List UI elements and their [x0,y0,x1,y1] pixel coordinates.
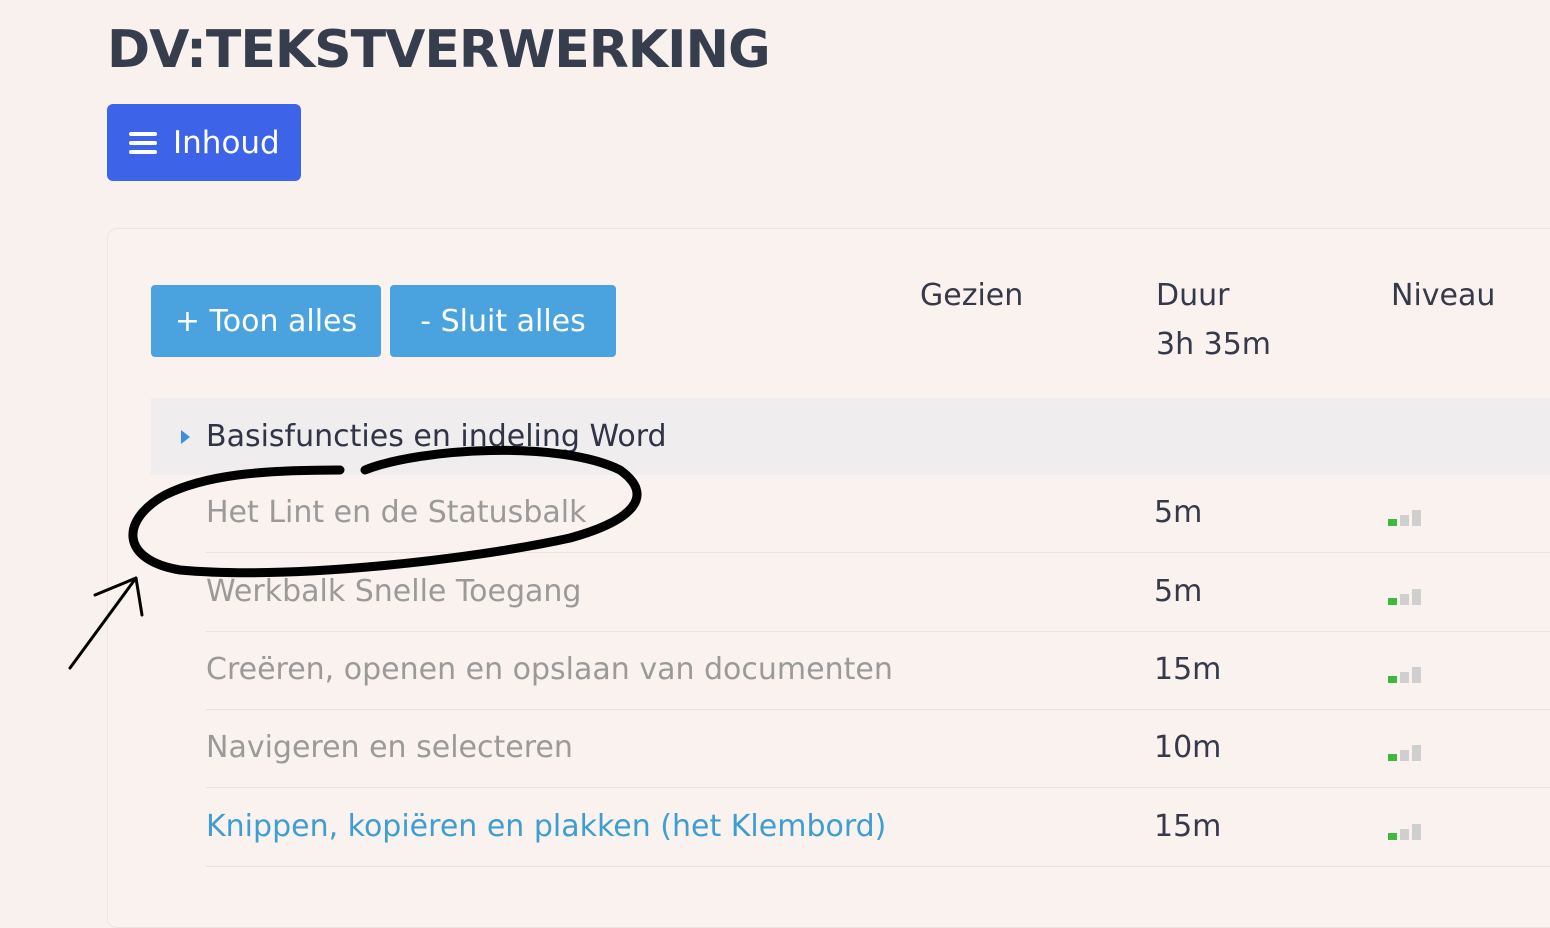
table-row: Knippen, kopiëren en plakken (het Klembo… [206,789,1550,867]
lesson-duration: 15m [1154,809,1222,844]
table-row: Het Lint en de Statusbalk 5m [206,475,1550,553]
collapse-all-button[interactable]: - Sluit alles [390,285,616,357]
lesson-title-link[interactable]: Knippen, kopiëren en plakken (het Klembo… [206,807,886,847]
table-row: Navigeren en selecteren 10m [206,710,1550,788]
lesson-duration: 5m [1154,574,1203,609]
lesson-title: Navigeren en selecteren [206,730,573,765]
signal-bars-icon [1388,589,1421,605]
lesson-title: Werkbalk Snelle Toegang [206,574,582,609]
column-header-level: Niveau [1391,278,1496,313]
section-label: Basisfuncties en indeling Word [206,419,667,454]
lesson-title: Het Lint en de Statusbalk [206,495,587,530]
signal-bars-icon [1388,745,1421,761]
signal-bars-icon [1388,824,1421,840]
column-header-duration: Duur [1156,278,1230,313]
lesson-title: Creëren, openen en opslaan van documente… [206,652,893,687]
signal-bars-icon [1388,667,1421,683]
toc-button-label: Inhoud [173,124,280,161]
expand-all-button[interactable]: + Toon alles [151,285,381,357]
lesson-duration: 10m [1154,730,1222,765]
page-title: DV:TEKSTVERWERKING [107,20,771,80]
toc-button[interactable]: Inhoud [107,104,301,181]
column-header-seen: Gezien [920,278,1024,313]
section-row-basisfuncties[interactable]: Basisfuncties en indeling Word [151,398,1550,475]
lesson-duration: 5m [1154,495,1203,530]
table-row: Werkbalk Snelle Toegang 5m [206,554,1550,632]
signal-bars-icon [1388,510,1421,526]
caret-right-icon [181,429,190,444]
lesson-duration: 15m [1154,652,1222,687]
total-duration: 3h 35m [1156,327,1272,362]
table-row: Creëren, openen en opslaan van documente… [206,632,1550,710]
hamburger-icon [129,131,157,154]
